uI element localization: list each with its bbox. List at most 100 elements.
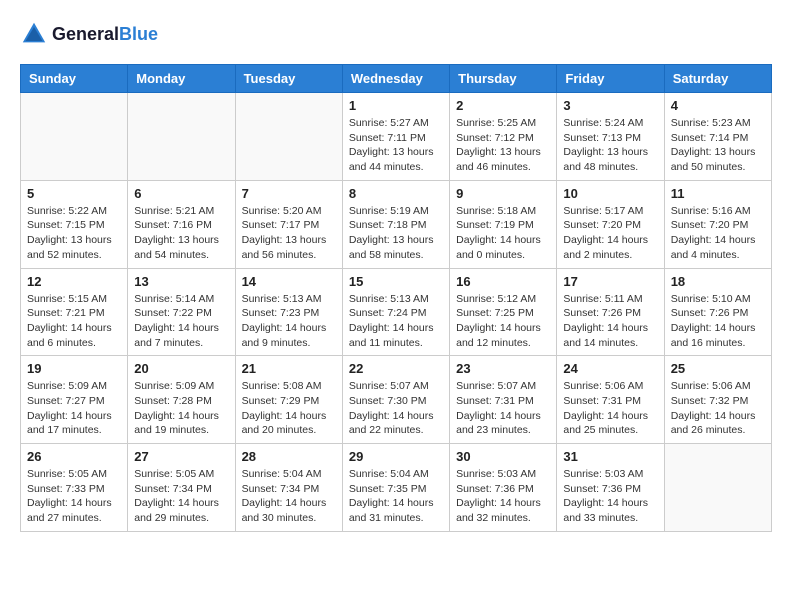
day-number: 2 xyxy=(456,98,550,113)
day-number: 16 xyxy=(456,274,550,289)
weekday-header: Monday xyxy=(128,65,235,93)
day-number: 25 xyxy=(671,361,765,376)
day-info: Sunrise: 5:03 AM Sunset: 7:36 PM Dayligh… xyxy=(563,467,657,526)
day-info: Sunrise: 5:13 AM Sunset: 7:23 PM Dayligh… xyxy=(242,292,336,351)
day-number: 17 xyxy=(563,274,657,289)
day-number: 28 xyxy=(242,449,336,464)
day-info: Sunrise: 5:06 AM Sunset: 7:32 PM Dayligh… xyxy=(671,379,765,438)
day-number: 1 xyxy=(349,98,443,113)
day-info: Sunrise: 5:11 AM Sunset: 7:26 PM Dayligh… xyxy=(563,292,657,351)
day-info: Sunrise: 5:13 AM Sunset: 7:24 PM Dayligh… xyxy=(349,292,443,351)
calendar-cell: 13 Sunrise: 5:14 AM Sunset: 7:22 PM Dayli… xyxy=(128,268,235,356)
day-info: Sunrise: 5:19 AM Sunset: 7:18 PM Dayligh… xyxy=(349,204,443,263)
day-info: Sunrise: 5:27 AM Sunset: 7:11 PM Dayligh… xyxy=(349,116,443,175)
calendar-week-row: 5 Sunrise: 5:22 AM Sunset: 7:15 PM Daylig… xyxy=(21,180,772,268)
day-info: Sunrise: 5:24 AM Sunset: 7:13 PM Dayligh… xyxy=(563,116,657,175)
calendar-cell: 14 Sunrise: 5:13 AM Sunset: 7:23 PM Dayli… xyxy=(235,268,342,356)
day-info: Sunrise: 5:05 AM Sunset: 7:34 PM Dayligh… xyxy=(134,467,228,526)
day-number: 11 xyxy=(671,186,765,201)
day-number: 20 xyxy=(134,361,228,376)
calendar-cell xyxy=(664,444,771,532)
calendar-cell: 19Sunrise: 5:09 AM Sunset: 7:27 PM Dayli… xyxy=(21,356,128,444)
day-info: Sunrise: 5:04 AM Sunset: 7:35 PM Dayligh… xyxy=(349,467,443,526)
day-number: 14 xyxy=(242,274,336,289)
day-number: 29 xyxy=(349,449,443,464)
calendar-cell: 4 Sunrise: 5:23 AM Sunset: 7:14 PM Daylig… xyxy=(664,93,771,181)
weekday-header: Friday xyxy=(557,65,664,93)
day-info: Sunrise: 5:16 AM Sunset: 7:20 PM Dayligh… xyxy=(671,204,765,263)
day-number: 30 xyxy=(456,449,550,464)
day-info: Sunrise: 5:12 AM Sunset: 7:25 PM Dayligh… xyxy=(456,292,550,351)
day-number: 24 xyxy=(563,361,657,376)
calendar-week-row: 12Sunrise: 5:15 AM Sunset: 7:21 PM Dayli… xyxy=(21,268,772,356)
day-info: Sunrise: 5:21 AM Sunset: 7:16 PM Dayligh… xyxy=(134,204,228,263)
day-info: Sunrise: 5:06 AM Sunset: 7:31 PM Dayligh… xyxy=(563,379,657,438)
day-info: Sunrise: 5:15 AM Sunset: 7:21 PM Dayligh… xyxy=(27,292,121,351)
day-info: Sunrise: 5:03 AM Sunset: 7:36 PM Dayligh… xyxy=(456,467,550,526)
calendar-cell: 30 Sunrise: 5:03 AM Sunset: 7:36 PM Dayli… xyxy=(450,444,557,532)
day-info: Sunrise: 5:18 AM Sunset: 7:19 PM Dayligh… xyxy=(456,204,550,263)
day-number: 31 xyxy=(563,449,657,464)
calendar-cell: 2 Sunrise: 5:25 AM Sunset: 7:12 PM Daylig… xyxy=(450,93,557,181)
day-info: Sunrise: 5:23 AM Sunset: 7:14 PM Dayligh… xyxy=(671,116,765,175)
calendar-cell xyxy=(235,93,342,181)
weekday-header: Sunday xyxy=(21,65,128,93)
day-info: Sunrise: 5:07 AM Sunset: 7:31 PM Dayligh… xyxy=(456,379,550,438)
calendar-cell: 3 Sunrise: 5:24 AM Sunset: 7:13 PM Daylig… xyxy=(557,93,664,181)
calendar-cell: 21 Sunrise: 5:08 AM Sunset: 7:29 PM Dayli… xyxy=(235,356,342,444)
calendar-cell: 26 Sunrise: 5:05 AM Sunset: 7:33 PM Dayli… xyxy=(21,444,128,532)
day-info: Sunrise: 5:05 AM Sunset: 7:33 PM Dayligh… xyxy=(27,467,121,526)
calendar-cell: 9 Sunrise: 5:18 AM Sunset: 7:19 PM Daylig… xyxy=(450,180,557,268)
day-number: 27 xyxy=(134,449,228,464)
day-number: 4 xyxy=(671,98,765,113)
calendar-cell: 11 Sunrise: 5:16 AM Sunset: 7:20 PM Dayli… xyxy=(664,180,771,268)
calendar-cell: 12Sunrise: 5:15 AM Sunset: 7:21 PM Dayli… xyxy=(21,268,128,356)
calendar-cell: 18 Sunrise: 5:10 AM Sunset: 7:26 PM Dayli… xyxy=(664,268,771,356)
day-number: 13 xyxy=(134,274,228,289)
day-number: 3 xyxy=(563,98,657,113)
calendar-cell: 23 Sunrise: 5:07 AM Sunset: 7:31 PM Dayli… xyxy=(450,356,557,444)
calendar-header-row: SundayMondayTuesdayWednesdayThursdayFrid… xyxy=(21,65,772,93)
day-number: 9 xyxy=(456,186,550,201)
calendar-cell: 29 Sunrise: 5:04 AM Sunset: 7:35 PM Dayli… xyxy=(342,444,449,532)
day-info: Sunrise: 5:08 AM Sunset: 7:29 PM Dayligh… xyxy=(242,379,336,438)
calendar-cell: 8 Sunrise: 5:19 AM Sunset: 7:18 PM Daylig… xyxy=(342,180,449,268)
weekday-header: Thursday xyxy=(450,65,557,93)
calendar-cell: 5 Sunrise: 5:22 AM Sunset: 7:15 PM Daylig… xyxy=(21,180,128,268)
day-number: 26 xyxy=(27,449,121,464)
day-info: Sunrise: 5:22 AM Sunset: 7:15 PM Dayligh… xyxy=(27,204,121,263)
calendar-cell: 25 Sunrise: 5:06 AM Sunset: 7:32 PM Dayli… xyxy=(664,356,771,444)
day-number: 23 xyxy=(456,361,550,376)
calendar-cell: 31 Sunrise: 5:03 AM Sunset: 7:36 PM Dayli… xyxy=(557,444,664,532)
day-number: 7 xyxy=(242,186,336,201)
day-number: 5 xyxy=(27,186,121,201)
day-number: 6 xyxy=(134,186,228,201)
day-info: Sunrise: 5:09 AM Sunset: 7:28 PM Dayligh… xyxy=(134,379,228,438)
page-header: GeneralBlue xyxy=(20,20,772,48)
day-info: Sunrise: 5:25 AM Sunset: 7:12 PM Dayligh… xyxy=(456,116,550,175)
day-number: 22 xyxy=(349,361,443,376)
day-info: Sunrise: 5:09 AM Sunset: 7:27 PM Dayligh… xyxy=(27,379,121,438)
day-number: 8 xyxy=(349,186,443,201)
day-number: 10 xyxy=(563,186,657,201)
calendar-cell: 15 Sunrise: 5:13 AM Sunset: 7:24 PM Dayli… xyxy=(342,268,449,356)
calendar-cell: 22 Sunrise: 5:07 AM Sunset: 7:30 PM Dayli… xyxy=(342,356,449,444)
calendar-cell: 16 Sunrise: 5:12 AM Sunset: 7:25 PM Dayli… xyxy=(450,268,557,356)
day-number: 15 xyxy=(349,274,443,289)
day-number: 21 xyxy=(242,361,336,376)
logo: GeneralBlue xyxy=(20,20,158,48)
calendar-week-row: 19Sunrise: 5:09 AM Sunset: 7:27 PM Dayli… xyxy=(21,356,772,444)
day-info: Sunrise: 5:20 AM Sunset: 7:17 PM Dayligh… xyxy=(242,204,336,263)
calendar-week-row: 26 Sunrise: 5:05 AM Sunset: 7:33 PM Dayli… xyxy=(21,444,772,532)
day-info: Sunrise: 5:14 AM Sunset: 7:22 PM Dayligh… xyxy=(134,292,228,351)
calendar-cell: 6 Sunrise: 5:21 AM Sunset: 7:16 PM Daylig… xyxy=(128,180,235,268)
weekday-header: Tuesday xyxy=(235,65,342,93)
calendar-cell: 20 Sunrise: 5:09 AM Sunset: 7:28 PM Dayli… xyxy=(128,356,235,444)
calendar-cell: 28Sunrise: 5:04 AM Sunset: 7:34 PM Dayli… xyxy=(235,444,342,532)
logo-icon xyxy=(20,20,48,48)
calendar-cell xyxy=(128,93,235,181)
weekday-header: Wednesday xyxy=(342,65,449,93)
day-info: Sunrise: 5:10 AM Sunset: 7:26 PM Dayligh… xyxy=(671,292,765,351)
day-number: 18 xyxy=(671,274,765,289)
day-info: Sunrise: 5:07 AM Sunset: 7:30 PM Dayligh… xyxy=(349,379,443,438)
